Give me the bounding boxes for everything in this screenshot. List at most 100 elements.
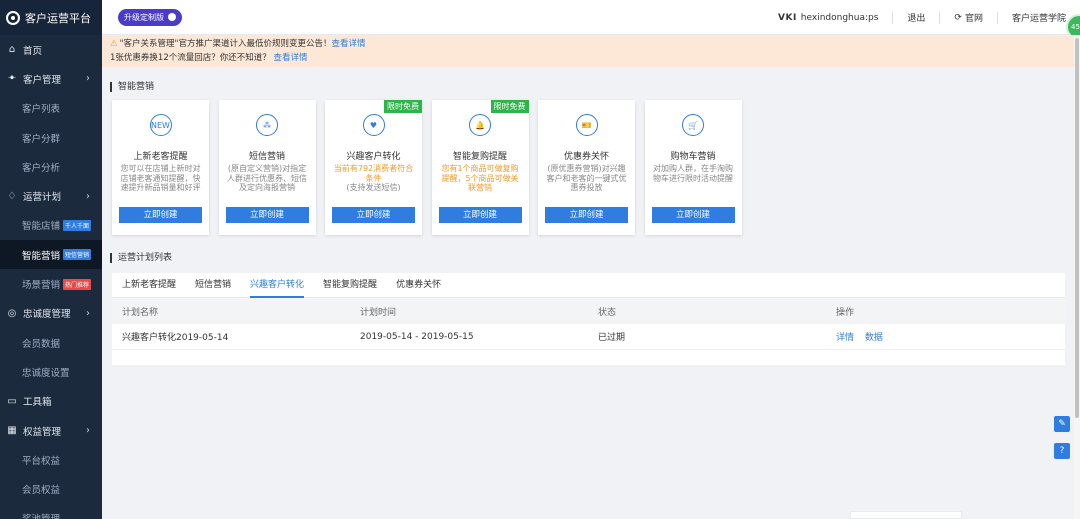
sidebar-item-label: 忠诚度设置 [22, 367, 70, 379]
sidebar-item[interactable]: 客户分析 [0, 152, 102, 181]
notice-link-2[interactable]: 查看详情 [273, 53, 307, 63]
marketing-card: 🎫 优惠券关怀 (原优惠券营销)对兴趣客户和老客的一键式优惠券投放立即创建 [538, 100, 635, 235]
card-description: 您有1个商品可做复购提醒，5个商品可做关联营销 [440, 164, 521, 205]
help-glyph: ? [1059, 446, 1065, 456]
sidebar-item[interactable]: 客户列表 [0, 94, 102, 123]
sidebar-item[interactable]: 客户分群 [0, 123, 102, 152]
card-description: (原优惠券营销)对兴趣客户和老客的一键式优惠券投放 [546, 164, 627, 205]
card-title: 智能复购提醒 [452, 152, 507, 162]
brand-mark: VKI [778, 12, 797, 23]
sidebar-item-label: 运营计划 [23, 192, 62, 204]
scrollbar-thumb[interactable] [1075, 38, 1079, 418]
official-site-link[interactable]: 官网 [965, 11, 983, 24]
marketing-card: 🛒 购物车营销 对加购人群，在手淘购物车进行限时活动提醒 立即创建 [644, 100, 742, 235]
logo-icon [6, 10, 20, 25]
create-now-button[interactable]: 立即创建 [651, 207, 735, 223]
main-content: 智能营销 NEW 上新老客提醒 您可以在店铺上新时对店铺老客通知提醒，快速提升新品销… [102, 67, 1080, 519]
sidebar-item[interactable]: 智能营销 短信营销 [0, 240, 102, 270]
plan-tab[interactable]: 兴趣客户转化 [250, 273, 305, 298]
chevron-right-icon: › [86, 307, 90, 319]
icon-glyph: ♥ [369, 120, 378, 130]
brand[interactable]: 客户运营平台 [0, 0, 102, 35]
loyalty-icon: ◎ [7, 307, 17, 319]
plan-tab[interactable]: 上新老客提醒 [122, 273, 176, 298]
sidebar-item[interactable]: 会员数据 [0, 328, 102, 357]
academy-link[interactable]: 客户运营学院 [1012, 11, 1066, 24]
details-link[interactable]: 详情 [836, 333, 854, 343]
upgrade-button[interactable]: 升级定制版 [118, 8, 182, 26]
chevron-right-icon: › [86, 190, 90, 202]
sidebar: 客户运营平台 ⌂ 首页 ꔹ 客户管理 › 客户列表 客户分群 客户分析 ♢ 运营计划 › 智能店铺 千人… [0, 0, 102, 519]
create-now-button[interactable]: 立即创建 [119, 207, 202, 223]
sidebar-nav: ⌂ 首页 ꔹ 客户管理 › 客户列表 客户分群 客户分析 ♢ 运营计划 › 智能店铺 千人千面 智能营销短… [0, 35, 102, 519]
table-header: 计划名称 计划时间 状态 操作 [112, 298, 1065, 324]
plan-time: 2019-05-14 - 2019-05-15 [360, 331, 474, 342]
sidebar-item-label: 客户列表 [22, 104, 61, 116]
bottom-panel [850, 511, 962, 519]
sidebar-item[interactable]: ♢ 运营计划 › [0, 181, 102, 210]
sidebar-item[interactable]: ▦ 权益管理 › [0, 416, 102, 445]
logout-link[interactable]: 退出 [907, 11, 925, 24]
sidebar-item[interactable]: ▭ 工具箱 [0, 387, 102, 416]
top-right-menu: VKI hexindonghua:ps 退出 ⟳ 官网 客户运营学院 [778, 0, 1066, 35]
home-icon: ⌂ [8, 44, 16, 56]
sidebar-item[interactable]: ꔹ 客户管理 › [0, 64, 102, 93]
bell-icon: 🔔 [469, 114, 491, 136]
arrow-circle-icon [168, 13, 176, 21]
data-link[interactable]: 数据 [865, 333, 883, 343]
notice-bar: ⚠ "客户关系管理"官方推广渠道计入最低价规则变更公告！查看详情 1张优惠券换12… [102, 35, 1080, 67]
heart-icon: ♥ [362, 114, 385, 136]
card-desc-text: 当前有792消费者符合条件 [333, 164, 414, 183]
plan-tab[interactable]: 优惠券关怀 [396, 273, 441, 298]
column-header: 操作 [836, 307, 855, 318]
marketing-card: 限时免费 ♥ 兴趣客户转化 当前有792消费者符合条件 (支持发送短信) 立即创建 [325, 100, 422, 235]
sidebar-item[interactable]: 会员权益 [0, 474, 102, 503]
sms-icon: ⁂ [256, 114, 278, 136]
sidebar-item-label: 工具箱 [23, 397, 52, 409]
card-description: 您可以在店铺上新时对店铺老客通知提醒，快速提升新品销量和好评 [120, 164, 201, 205]
card-desc-text: 对加购人群，在手淘购物车进行限时活动提醒 [653, 164, 733, 183]
card-title: 优惠券关怀 [563, 152, 609, 162]
notice-text-1: "客户关系管理"官方推广渠道计入最低价规则变更公告！ [119, 39, 332, 49]
free-ribbon: 限时免费 [384, 100, 422, 113]
gift-icon: ▦ [7, 425, 17, 436]
plan-tab[interactable]: 短信营销 [195, 273, 231, 298]
sidebar-item[interactable]: ⌂ 首页 [0, 35, 102, 64]
section-title-smart-marketing: 智能营销 [110, 82, 154, 92]
create-now-button[interactable]: 立即创建 [332, 207, 415, 223]
chevron-right-icon: › [86, 73, 90, 85]
sidebar-item[interactable]: 奖池管理 [0, 504, 102, 519]
section-title-plan-list: 运营计划列表 [110, 253, 172, 263]
sidebar-item[interactable]: 忠诚度设置 [0, 357, 102, 386]
sidebar-item-label: 场景营销 [22, 280, 61, 292]
toolbox-icon: ▭ [7, 395, 17, 407]
card-desc-text: (原自定义营销)对指定人群进行优惠券、短信及定向海报营销 [227, 164, 307, 192]
icon-glyph: 🎫 [581, 120, 592, 130]
official-site-icon: ⟳ [954, 12, 962, 23]
divider [892, 11, 894, 24]
create-now-button[interactable]: 立即创建 [438, 207, 522, 223]
sidebar-item[interactable]: 智能店铺 千人千面 [0, 211, 102, 240]
cart-icon: 🛒 [682, 114, 704, 136]
icon-glyph: NEW [151, 120, 170, 130]
card-desc-text: 您有1个商品可做复购提醒，5个商品可做关联营销 [441, 164, 519, 192]
card-title: 短信营销 [248, 152, 285, 162]
plan-tabs: 上新老客提醒 短信营销 兴趣客户转化 智能复购提醒 优惠券关怀 [112, 273, 1065, 298]
sidebar-item[interactable]: ◎ 忠诚度管理 › [0, 299, 102, 328]
plan-name: 兴趣客户转化2019-05-14 [122, 333, 229, 343]
create-now-button[interactable]: 立即创建 [545, 207, 628, 223]
notice-link-1[interactable]: 查看详情 [331, 39, 365, 49]
plan-status: 已过期 [598, 333, 626, 343]
username[interactable]: hexindonghua:ps [801, 13, 879, 23]
marketing-card: ⁂ 短信营销 (原自定义营销)对指定人群进行优惠券、短信及定向海报营销立即创建 [218, 100, 316, 235]
card-desc-note: (支持发送短信) [346, 183, 401, 192]
sidebar-item-label: 奖池管理 [22, 511, 60, 519]
sidebar-item[interactable]: 场景营销 热门推荐 [0, 269, 102, 298]
sidebar-item[interactable]: 平台权益 [0, 445, 102, 474]
coupon-icon: 🎫 [575, 114, 598, 136]
sidebar-tag: 千人千面 [63, 219, 92, 231]
plan-tab[interactable]: 智能复购提醒 [323, 273, 377, 298]
help-icon[interactable]: ? [1054, 443, 1070, 459]
create-now-button[interactable]: 立即创建 [225, 207, 309, 223]
edit-icon[interactable]: ✎ [1054, 416, 1070, 432]
